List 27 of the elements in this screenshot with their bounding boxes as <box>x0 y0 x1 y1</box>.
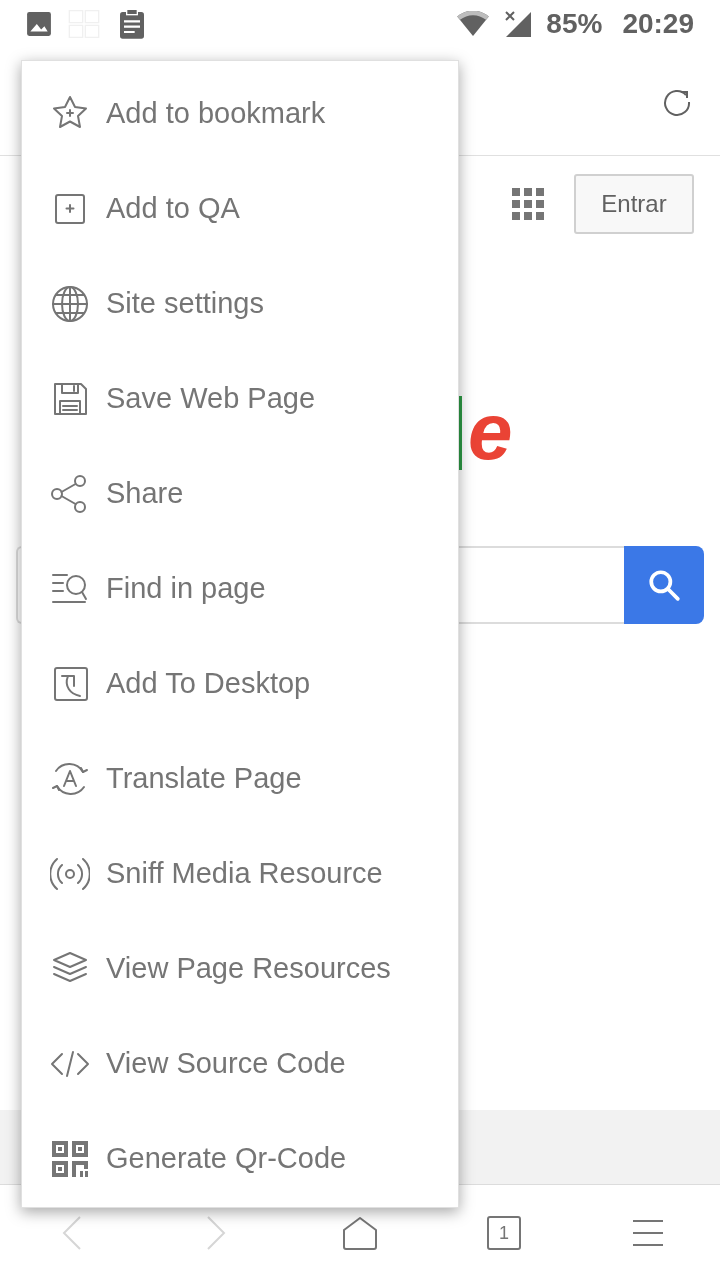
menu-item[interactable]: Translate Page <box>22 731 458 826</box>
logo-letter: e <box>468 392 513 472</box>
wifi-icon <box>456 11 491 37</box>
menu-item[interactable]: Add to bookmark <box>22 66 458 161</box>
menu-item[interactable]: Generate Qr-Code <box>22 1111 458 1206</box>
menu-item[interactable]: Save Web Page <box>22 351 458 446</box>
menu-item[interactable]: Site settings <box>22 256 458 351</box>
menu-item[interactable]: Sniff Media Resource <box>22 826 458 921</box>
menu-icon[interactable] <box>632 1218 664 1247</box>
menu-item[interactable]: Add To Desktop <box>22 636 458 731</box>
search-button[interactable] <box>624 546 704 624</box>
image-icon <box>26 11 52 37</box>
menu-item[interactable]: Share <box>22 446 458 541</box>
tabs-button[interactable]: 1 <box>487 1215 521 1250</box>
apps-grid-icon[interactable] <box>512 188 544 220</box>
battery-level: 85% <box>546 7 603 41</box>
home-icon[interactable] <box>342 1215 378 1250</box>
search-icon <box>647 568 681 602</box>
sign-in-button[interactable]: Entrar <box>574 174 694 234</box>
clock: 20:29 <box>622 7 694 41</box>
menu-item[interactable]: Find in page <box>22 541 458 636</box>
globe-icon <box>50 283 90 324</box>
menu-item[interactable]: View Source Code <box>22 1016 458 1111</box>
qr-code-icon <box>50 1138 90 1179</box>
menu-item[interactable]: Add to QA <box>22 161 458 256</box>
signal-icon <box>504 10 533 38</box>
menu-item[interactable]: View Page Resources <box>22 921 458 1016</box>
